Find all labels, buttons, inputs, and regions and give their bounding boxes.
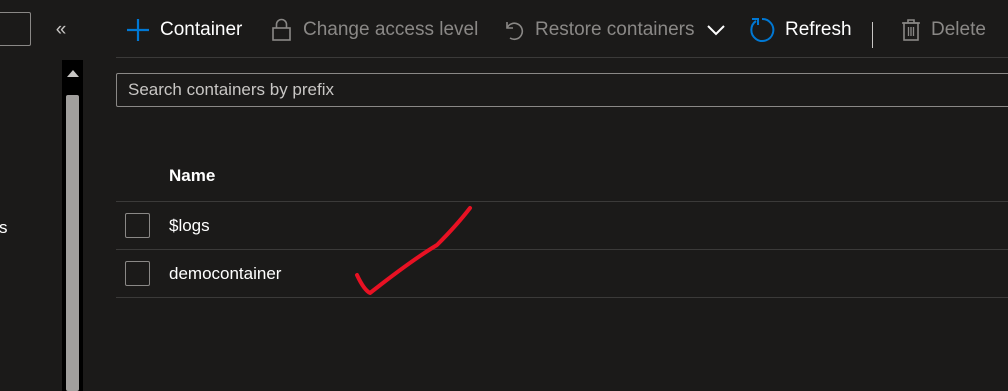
undo-icon xyxy=(501,18,525,42)
sidebar-scrollbar[interactable] xyxy=(62,60,83,391)
toolbar-divider xyxy=(116,57,1008,58)
row-checkbox[interactable] xyxy=(125,261,150,286)
search-containers-input[interactable] xyxy=(116,73,1008,107)
command-bar: Container Change access level Restore co… xyxy=(116,8,1008,52)
left-filter-input[interactable] xyxy=(0,12,31,46)
refresh-label: Refresh xyxy=(785,19,852,40)
restore-containers-button[interactable]: Restore containers xyxy=(501,8,726,52)
table-row[interactable]: $logs xyxy=(116,202,1008,250)
restore-containers-label: Restore containers xyxy=(535,19,695,40)
scroll-up-icon[interactable] xyxy=(67,70,79,77)
delete-button[interactable]: Delete xyxy=(901,8,986,52)
chevron-down-icon[interactable] xyxy=(706,23,726,37)
change-access-level-button[interactable]: Change access level xyxy=(271,8,478,52)
table-row[interactable]: democontainer xyxy=(116,250,1008,298)
refresh-icon xyxy=(749,17,775,43)
plus-icon xyxy=(126,18,150,42)
red-checkmark-annotation xyxy=(355,206,472,295)
container-name[interactable]: democontainer xyxy=(169,264,281,284)
sidebar-item-label: s xyxy=(0,218,8,237)
row-checkbox[interactable] xyxy=(125,213,150,238)
refresh-button[interactable]: Refresh xyxy=(749,8,852,52)
trash-icon xyxy=(901,18,921,42)
delete-label: Delete xyxy=(931,19,986,40)
container-name[interactable]: $logs xyxy=(169,216,210,236)
lock-icon xyxy=(271,18,293,42)
collapse-sidebar-button[interactable]: « xyxy=(52,18,70,42)
add-container-label: Container xyxy=(160,19,243,40)
add-container-button[interactable]: Container xyxy=(126,8,242,52)
change-access-level-label: Change access level xyxy=(303,19,479,40)
toolbar-separator xyxy=(872,22,873,48)
scrollbar-thumb[interactable] xyxy=(66,95,79,391)
column-header-name[interactable]: Name xyxy=(169,166,215,186)
